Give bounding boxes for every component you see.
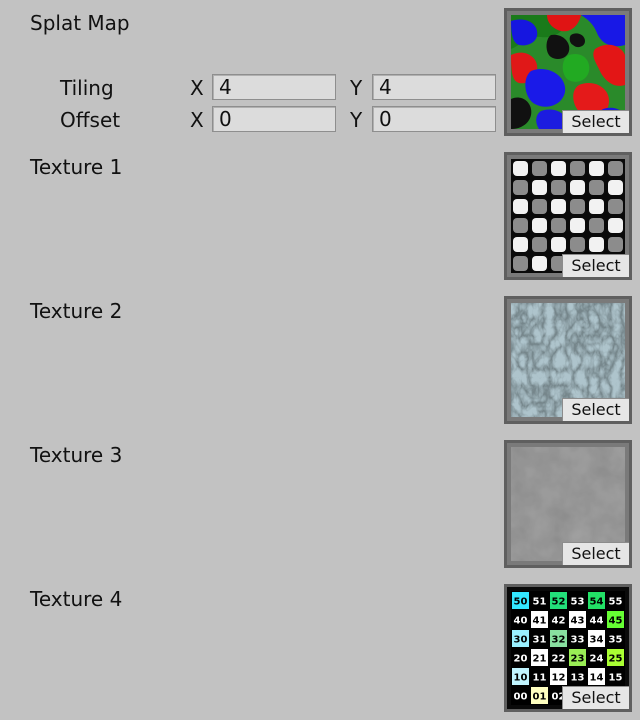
texture-4-select-button[interactable]: Select [562,686,629,709]
grid-cell-label: 13 [571,673,585,684]
texture-1-tile [608,161,623,176]
texture-1-tile [551,199,566,214]
grid-cell-label: 34 [590,635,604,646]
texture-1-tile [532,237,547,252]
texture-1-tile [589,161,604,176]
offset-label: Offset [60,108,121,132]
grid-cell-label: 40 [514,616,528,627]
texture-1-tile [608,237,623,252]
grid-cell-label: 01 [533,692,547,703]
texture-2-label: Texture 2 [30,299,123,323]
texture-1-tile [589,199,604,214]
grid-cell-label: 25 [609,654,623,665]
tiling-y-axis-label: Y [350,76,363,100]
texture-2-select-button[interactable]: Select [562,398,629,421]
grid-cell-label: 30 [514,635,528,646]
texture-1-select-button[interactable]: Select [562,254,629,277]
texture-3-label: Texture 3 [30,443,123,467]
grid-cell-label: 50 [514,597,528,608]
texture-1-tile [589,180,604,195]
texture-4-slot[interactable]: 50 51 52 53 54 55 40 41 42 43 44 45 30 31 32 33 34 35 20 21… [504,584,632,712]
splat-map-slot[interactable]: Select [504,8,632,136]
texture-1-tile [532,218,547,233]
texture-1-tile [513,180,528,195]
grid-cell-label: 21 [533,654,547,665]
grid-cell-label: 15 [609,673,623,684]
grid-cell-label: 42 [552,616,566,627]
grid-cell-label: 11 [533,673,547,684]
texture-3-select-button[interactable]: Select [562,542,629,565]
grid-cell-label: 32 [552,635,566,646]
offset-x-axis-label: X [190,108,204,132]
texture-3-slot[interactable]: Select [504,440,632,568]
grid-cell-label: 43 [571,616,585,627]
texture-1-tile [608,180,623,195]
texture-1-tile [513,161,528,176]
texture-1-slot[interactable]: Select [504,152,632,280]
texture-4-label: Texture 4 [30,587,123,611]
offset-y-axis-label: Y [350,108,363,132]
grid-cell-label: 54 [590,597,604,608]
texture-1-tile [589,237,604,252]
texture-1-tile [570,161,585,176]
texture-1-tile [532,256,547,271]
texture-1-label: Texture 1 [30,155,123,179]
texture-2-slot[interactable]: Select [504,296,632,424]
grid-cell-label: 14 [590,673,604,684]
tiling-y-field[interactable]: 4 [372,74,496,100]
splat-map-select-button[interactable]: Select [562,110,629,133]
grid-cell-label: 33 [571,635,585,646]
grid-cell-label: 41 [533,616,547,627]
texture-1-tile [608,199,623,214]
grid-cell-label: 12 [552,673,566,684]
texture-1-tile [570,237,585,252]
tiling-label: Tiling [60,76,114,100]
tiling-x-axis-label: X [190,76,204,100]
grid-cell-label: 35 [609,635,623,646]
splat-map-title: Splat Map [30,11,130,35]
texture-1-tile [589,218,604,233]
texture-1-tile [551,161,566,176]
offset-x-field[interactable]: 0 [212,106,336,132]
texture-1-tile [513,199,528,214]
grid-cell-label: 44 [590,616,604,627]
tiling-x-field[interactable]: 4 [212,74,336,100]
texture-1-tile [532,199,547,214]
texture-1-tile [513,256,528,271]
grid-cell-label: 52 [552,597,566,608]
texture-1-tile [570,199,585,214]
grid-cell-label: 55 [609,597,623,608]
grid-cell-label: 23 [571,654,585,665]
offset-y-field[interactable]: 0 [372,106,496,132]
texture-1-tile [513,218,528,233]
grid-cell-label: 31 [533,635,547,646]
texture-1-tile [551,237,566,252]
grid-cell-label: 53 [571,597,585,608]
grid-cell-label: 10 [514,673,528,684]
texture-1-tile [608,218,623,233]
texture-1-tile [532,180,547,195]
texture-1-tile [532,161,547,176]
texture-1-tile [551,218,566,233]
texture-1-tile [570,218,585,233]
grid-cell-label: 00 [514,692,528,703]
grid-cell-label: 24 [590,654,604,665]
texture-1-tile [513,237,528,252]
grid-cell-label: 51 [533,597,547,608]
grid-cell-label: 45 [609,616,623,627]
grid-cell-label: 20 [514,654,528,665]
texture-1-tile [551,180,566,195]
texture-1-tile [570,180,585,195]
grid-cell-label: 22 [552,654,566,665]
